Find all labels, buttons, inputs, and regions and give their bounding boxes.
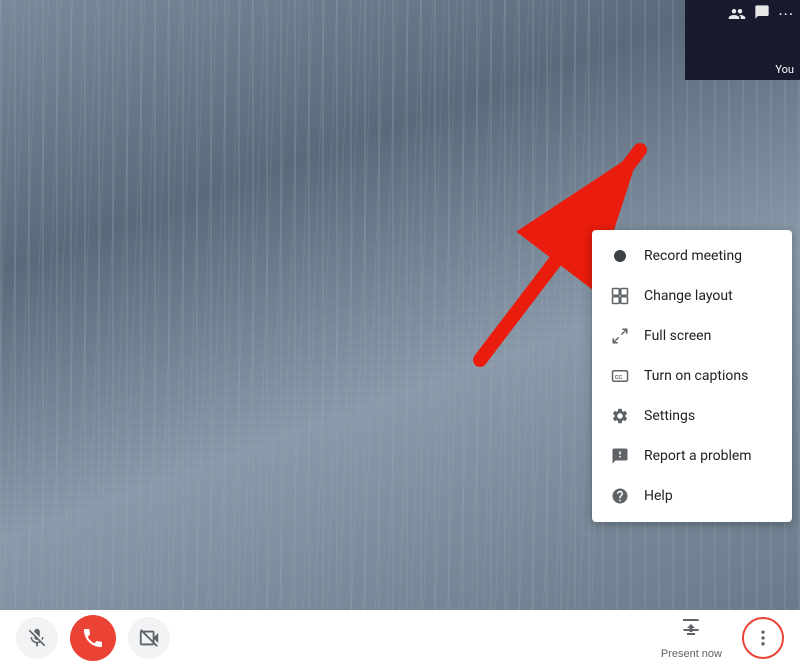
menu-label-report-problem: Report a problem [644,448,752,464]
more-options-button[interactable] [742,617,784,659]
menu-item-settings[interactable]: Settings [592,396,792,436]
more-dots[interactable]: ··· [778,5,794,24]
menu-label-help: Help [644,488,673,504]
menu-item-record-meeting[interactable]: Record meeting [592,236,792,276]
toolbar-right: Present now [649,612,784,664]
participants-icon [728,5,746,23]
menu-label-change-layout: Change layout [644,288,733,304]
menu-item-full-screen[interactable]: Full screen [592,316,792,356]
you-label: You [775,63,794,76]
menu-label-full-screen: Full screen [644,328,711,344]
end-call-button[interactable] [70,615,116,661]
context-menu: Record meeting Change layout Full screen [592,230,792,522]
menu-label-record-meeting: Record meeting [644,248,742,264]
fullscreen-icon [610,326,630,346]
shirt-texture-overlay [0,0,600,610]
settings-icon [610,406,630,426]
report-icon [610,446,630,466]
menu-item-turn-on-captions[interactable]: CC Turn on captions [592,356,792,396]
captions-icon: CC [610,366,630,386]
menu-item-report-problem[interactable]: Report a problem [592,436,792,476]
toolbar-left [16,615,170,661]
menu-item-help[interactable]: Help [592,476,792,516]
menu-label-turn-on-captions: Turn on captions [644,368,748,384]
participant-thumbnail: ··· You [685,0,800,80]
svg-text:CC: CC [615,375,623,381]
present-label: Present now [661,648,722,660]
menu-label-settings: Settings [644,408,695,424]
layout-icon [610,286,630,306]
camera-button[interactable] [128,617,170,659]
record-icon [610,246,630,266]
chat-icon [754,4,770,24]
help-icon [610,486,630,506]
present-icon [679,616,703,646]
toolbar: Present now [0,610,800,665]
menu-item-change-layout[interactable]: Change layout [592,276,792,316]
present-now-button[interactable]: Present now [649,612,734,664]
mute-button[interactable] [16,617,58,659]
